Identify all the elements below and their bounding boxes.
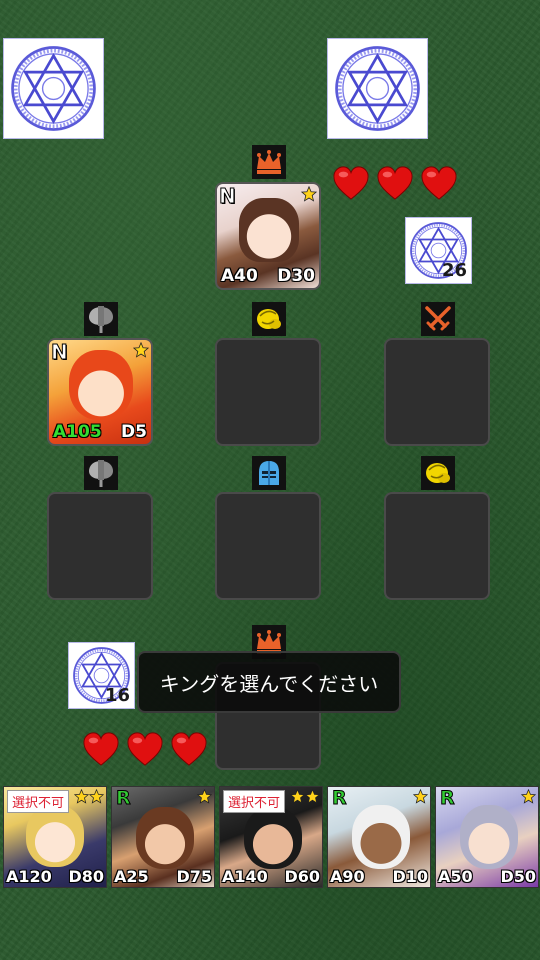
role-icon-row1-center	[252, 302, 286, 336]
role-icon-row1-left	[84, 302, 118, 336]
attack-value: A140	[222, 867, 268, 886]
defense-value: D60	[284, 867, 320, 886]
glove-icon	[254, 304, 284, 334]
opponent-deck-left[interactable]	[3, 38, 104, 139]
attack-value: A90	[330, 867, 365, 886]
rarity-stars	[197, 789, 212, 804]
role-icon-row1-right	[421, 302, 455, 336]
hand-card-4[interactable]: R A90 D10	[327, 786, 431, 888]
hand-card-1[interactable]: 選択不可 A120 D80	[3, 786, 107, 888]
heart-icon	[332, 165, 370, 201]
axe-icon	[86, 458, 116, 488]
opponent-deck-small[interactable]: 26	[405, 217, 472, 284]
star-icon	[521, 789, 536, 804]
board-slot-row2-left[interactable]	[47, 492, 153, 600]
hand-card-3[interactable]: 選択不可 A140 D60	[219, 786, 323, 888]
board-card-row1-left[interactable]: N A105 D5	[47, 338, 153, 446]
unselectable-badge: 選択不可	[7, 790, 70, 813]
hexagram-icon	[8, 43, 99, 134]
defense-value: D5	[121, 422, 147, 442]
instruction-toast: キングを選んでください	[137, 651, 401, 713]
star-icon	[89, 789, 104, 804]
attack-value: A105	[53, 422, 102, 442]
character-portrait	[239, 198, 299, 262]
axe-icon	[86, 304, 116, 334]
board-slot-row2-right[interactable]	[384, 492, 490, 600]
board-slot-row1-right[interactable]	[384, 338, 490, 446]
hand-card-2[interactable]: R A25 D75	[111, 786, 215, 888]
glove-icon	[423, 458, 453, 488]
character-portrait	[26, 805, 84, 867]
star-icon	[197, 789, 212, 804]
heart-icon	[126, 731, 164, 767]
role-icon-row2-center	[252, 456, 286, 490]
star-icon	[290, 789, 305, 804]
star-icon	[305, 789, 320, 804]
deck-count: 16	[104, 685, 130, 706]
rarity-stars	[74, 789, 104, 804]
defense-value: D80	[68, 867, 104, 886]
defense-value: D30	[277, 266, 315, 286]
star-icon	[301, 186, 317, 202]
opponent-king-role-icon	[252, 145, 286, 179]
attack-value: A40	[221, 266, 258, 286]
swords-icon	[423, 304, 453, 334]
defense-value: D50	[500, 867, 536, 886]
heart-icon	[170, 731, 208, 767]
defense-value: D75	[176, 867, 212, 886]
knight-helmet-icon	[254, 458, 284, 488]
hand-card-5[interactable]: R A50 D50	[435, 786, 539, 888]
rarity-label: R	[440, 787, 456, 810]
rarity-label: N	[219, 184, 237, 209]
rarity-stars	[290, 789, 320, 804]
character-portrait	[136, 807, 194, 869]
board-slot-row2-center[interactable]	[215, 492, 321, 600]
character-portrait	[352, 805, 410, 869]
character-portrait	[460, 805, 518, 869]
unselectable-badge: 選択不可	[223, 790, 286, 813]
deck-count: 26	[441, 260, 467, 281]
attack-value: A25	[114, 867, 149, 886]
star-icon	[133, 342, 149, 358]
character-portrait	[244, 807, 302, 869]
heart-icon	[420, 165, 458, 201]
rarity-label: N	[51, 340, 69, 365]
crown-icon	[254, 147, 284, 177]
heart-icon	[376, 165, 414, 201]
character-portrait	[69, 350, 133, 420]
defense-value: D10	[392, 867, 428, 886]
star-icon	[413, 789, 428, 804]
role-icon-row2-left	[84, 456, 118, 490]
attack-value: A120	[6, 867, 52, 886]
role-icon-row2-right	[421, 456, 455, 490]
heart-icon	[82, 731, 120, 767]
opponent-deck-right[interactable]	[327, 38, 428, 139]
hexagram-icon	[332, 43, 423, 134]
rarity-label: R	[332, 787, 348, 810]
attack-value: A50	[438, 867, 473, 886]
rarity-stars	[413, 789, 428, 804]
star-icon	[74, 789, 89, 804]
rarity-stars	[521, 789, 536, 804]
opponent-king-card[interactable]: N A40 D30	[215, 182, 321, 290]
player-deck[interactable]: 16	[68, 642, 135, 709]
board-slot-row1-center[interactable]	[215, 338, 321, 446]
rarity-label: R	[116, 787, 132, 810]
